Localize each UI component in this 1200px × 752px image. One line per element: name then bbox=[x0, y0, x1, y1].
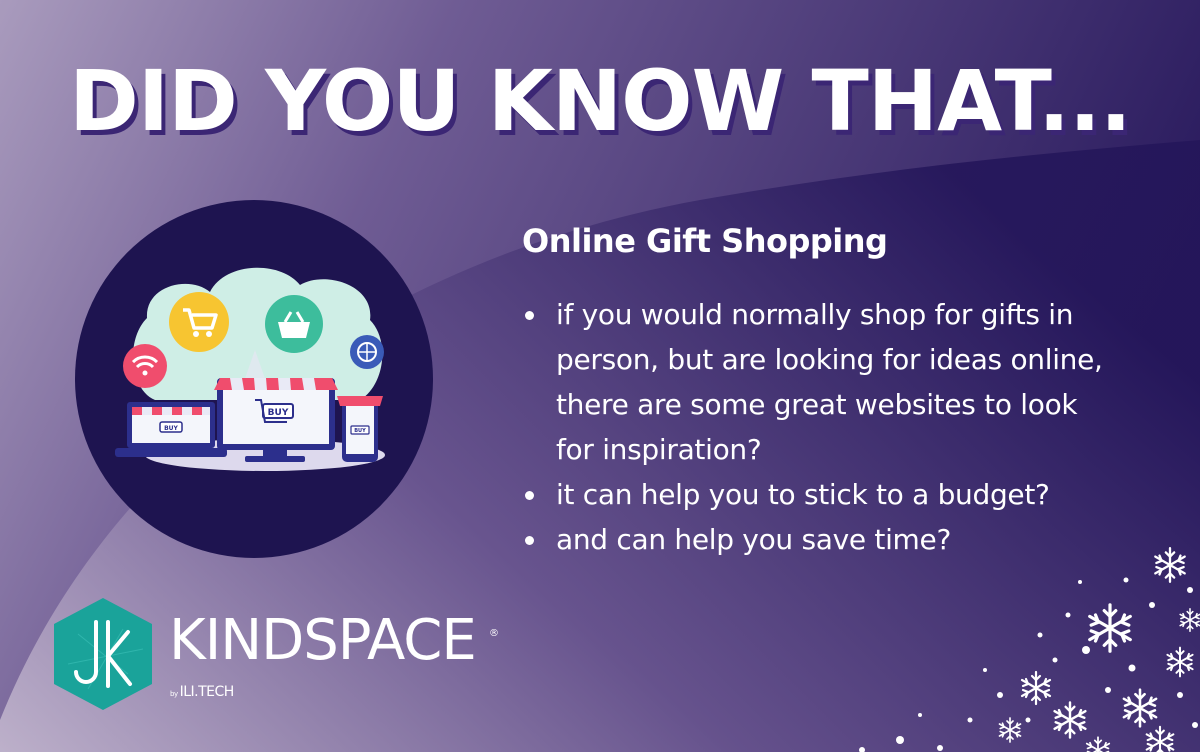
content-title: Online Gift Shopping bbox=[522, 222, 888, 260]
content-panel: Online Gift Shopping if you would normal… bbox=[522, 222, 1172, 562]
bullet-item: it can help you to stick to a budget? bbox=[525, 472, 1116, 517]
hero-illustration: BUY BUY BUY bbox=[75, 200, 433, 558]
logo-registered-mark: ® bbox=[489, 628, 499, 639]
cart-icon bbox=[169, 292, 229, 352]
logo-by: by bbox=[170, 690, 178, 698]
monitor-device: BUY bbox=[214, 378, 338, 462]
logo-maker: ILI.TECH bbox=[179, 684, 235, 700]
kindspace-logo: KINDSPACE ® by ILI.TECH bbox=[48, 594, 499, 714]
logo-hexagon-icon bbox=[54, 598, 152, 710]
bullet-item: if you would normally shop for gifts in … bbox=[525, 292, 1116, 472]
phone-buy-label: BUY bbox=[354, 428, 366, 434]
logo-byline: by ILI.TECH bbox=[170, 684, 234, 700]
laptop-device: BUY bbox=[115, 402, 227, 457]
logo-wordmark: KINDSPACE bbox=[169, 608, 477, 673]
snowflake-decoration bbox=[859, 547, 1200, 752]
headline: DID YOU KNOW THAT... bbox=[69, 52, 1132, 150]
globe-icon bbox=[350, 335, 384, 369]
wifi-icon bbox=[123, 344, 167, 388]
basket-icon bbox=[265, 295, 323, 353]
laptop-buy-label: BUY bbox=[164, 425, 178, 432]
monitor-buy-label: BUY bbox=[268, 408, 289, 418]
phone-device: BUY bbox=[337, 396, 383, 462]
